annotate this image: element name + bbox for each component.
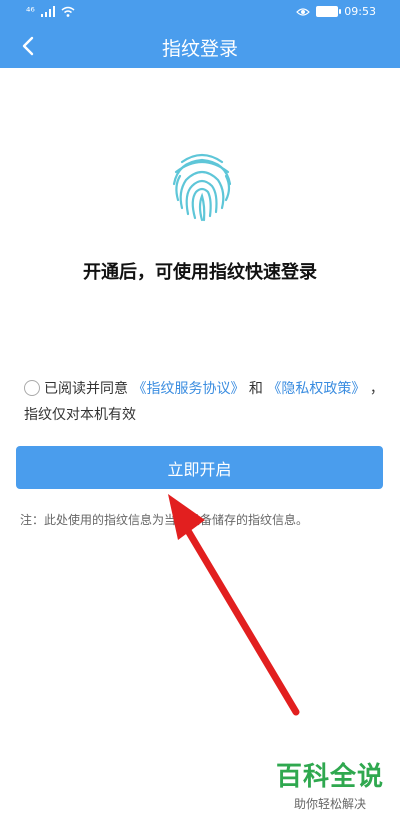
service-agreement-link[interactable]: 《指纹服务协议》: [132, 381, 244, 397]
agreement-prefix: 已阅读并同意: [44, 381, 128, 397]
signal-icon: [40, 6, 55, 17]
headline: 开通后，可使用指纹快速登录: [83, 262, 317, 283]
watermark: 百科全说 助你轻松解决: [276, 756, 384, 812]
privacy-policy-link[interactable]: 《隐私权政策》: [267, 381, 365, 397]
watermark-brand: 百科全说: [275, 762, 384, 792]
signal-indicator: ⁴⁶: [26, 5, 35, 18]
agree-radio[interactable]: [24, 380, 40, 396]
agreement-and: 和: [248, 381, 263, 397]
footnote: 注：此处使用的指纹信息为当前设备储存的指纹信息。: [20, 513, 309, 527]
battery-icon: [316, 6, 342, 17]
nav-bar: 指纹登录: [0, 26, 400, 68]
status-bar: ⁴⁶ 09:53: [0, 0, 400, 24]
top-bar: ⁴⁶ 09:53 指纹登录: [0, 0, 400, 68]
page-title: 指纹登录: [161, 38, 238, 60]
wifi-icon: [61, 6, 75, 17]
agreement-block: 已阅读并同意 《指纹服务协议》 和 《隐私权政策》 ，指纹仅对本机有效: [24, 376, 386, 428]
enable-button[interactable]: 立即开启: [16, 446, 383, 489]
watermark-tagline: 助你轻松解决: [293, 797, 366, 811]
clock: 09:53: [344, 5, 376, 18]
eye-icon: [296, 7, 311, 16]
fingerprint-icon: [168, 150, 236, 222]
